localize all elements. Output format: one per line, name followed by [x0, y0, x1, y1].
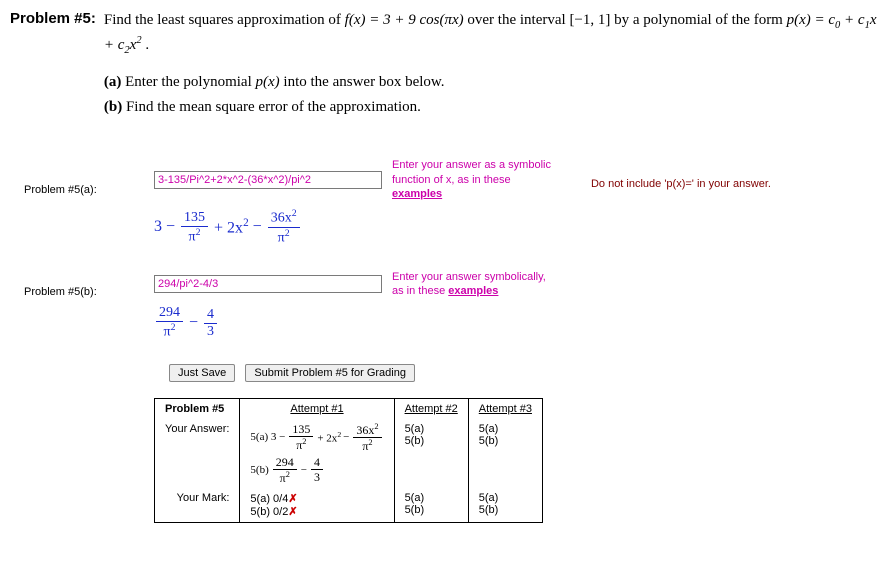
interval: [−1, 1] — [569, 12, 610, 28]
examples-link-a[interactable]: examples — [392, 188, 442, 200]
part-a: (a) Enter the polynomial p(x) into the a… — [104, 72, 879, 93]
attempt3-mark: 5(a) 5(b) — [468, 488, 542, 523]
formula-echo-a: 3 − 135π2 + 2x2 − 36x2π2 — [154, 209, 771, 245]
statement-text: Find the least squares approximation of — [104, 12, 345, 28]
attempt2-answer: 5(a) 5(b) — [394, 419, 468, 488]
row-label-a: Problem #5(a): — [24, 158, 154, 196]
your-mark-label: Your Mark: — [165, 492, 229, 504]
statement-text: over the interval — [467, 12, 569, 28]
attempt2-mark: 5(a) 5(b) — [394, 488, 468, 523]
table-header-problem: Problem #5 — [155, 398, 240, 419]
wrong-icon: ✗ — [288, 506, 297, 518]
row-label-b: Problem #5(b): — [24, 270, 154, 298]
hint-a: Enter your answer as a symbolic function… — [392, 158, 551, 201]
subparts: (a) Enter the polynomial p(x) into the a… — [104, 72, 879, 118]
attempt-3-link[interactable]: Attempt #3 — [479, 403, 532, 415]
formula-echo-b: 294π2 − 43 — [154, 306, 546, 340]
submit-button[interactable]: Submit Problem #5 for Grading — [245, 364, 415, 382]
attempt-2-link[interactable]: Attempt #2 — [405, 403, 458, 415]
f-expression: f(x) = 3 + 9 cos(πx) — [345, 12, 464, 28]
problem-statement: Find the least squares approximation of … — [104, 10, 879, 122]
answer-input-a[interactable] — [154, 171, 382, 189]
problem-number: Problem #5: — [10, 10, 96, 27]
attempt1-mark: 5(a) 0/4✗ 5(b) 0/2✗ — [240, 488, 394, 523]
note-a: Do not include 'p(x)=' in your answer. — [591, 170, 771, 190]
part-b: (b) Find the mean square error of the ap… — [104, 97, 879, 118]
attempt3-answer: 5(a) 5(b) — [468, 419, 542, 488]
your-answer-label: Your Answer: — [165, 423, 229, 435]
wrong-icon: ✗ — [288, 493, 297, 505]
answer-row-b: Problem #5(b): Enter your answer symboli… — [24, 270, 879, 340]
problem-header: Problem #5: Find the least squares appro… — [10, 10, 879, 122]
examples-link-b[interactable]: examples — [448, 285, 498, 297]
results-table: Problem #5 Attempt #1 Attempt #2 Attempt… — [154, 398, 543, 523]
just-save-button[interactable]: Just Save — [169, 364, 235, 382]
buttons-row: Just Save Submit Problem #5 for Grading — [169, 364, 879, 382]
statement-text: by a polynomial of the form — [614, 12, 786, 28]
attempt-1-link[interactable]: Attempt #1 — [290, 403, 343, 415]
hint-b: Enter your answer symbolically, as in th… — [392, 270, 546, 299]
attempt1-answer: 5(a) 3 − 135π2 + 2x2 − 36x2π2 5(b) 294π2… — [240, 419, 394, 488]
answer-input-b[interactable] — [154, 275, 382, 293]
answer-row-a: Problem #5(a): Enter your answer as a sy… — [24, 158, 879, 245]
